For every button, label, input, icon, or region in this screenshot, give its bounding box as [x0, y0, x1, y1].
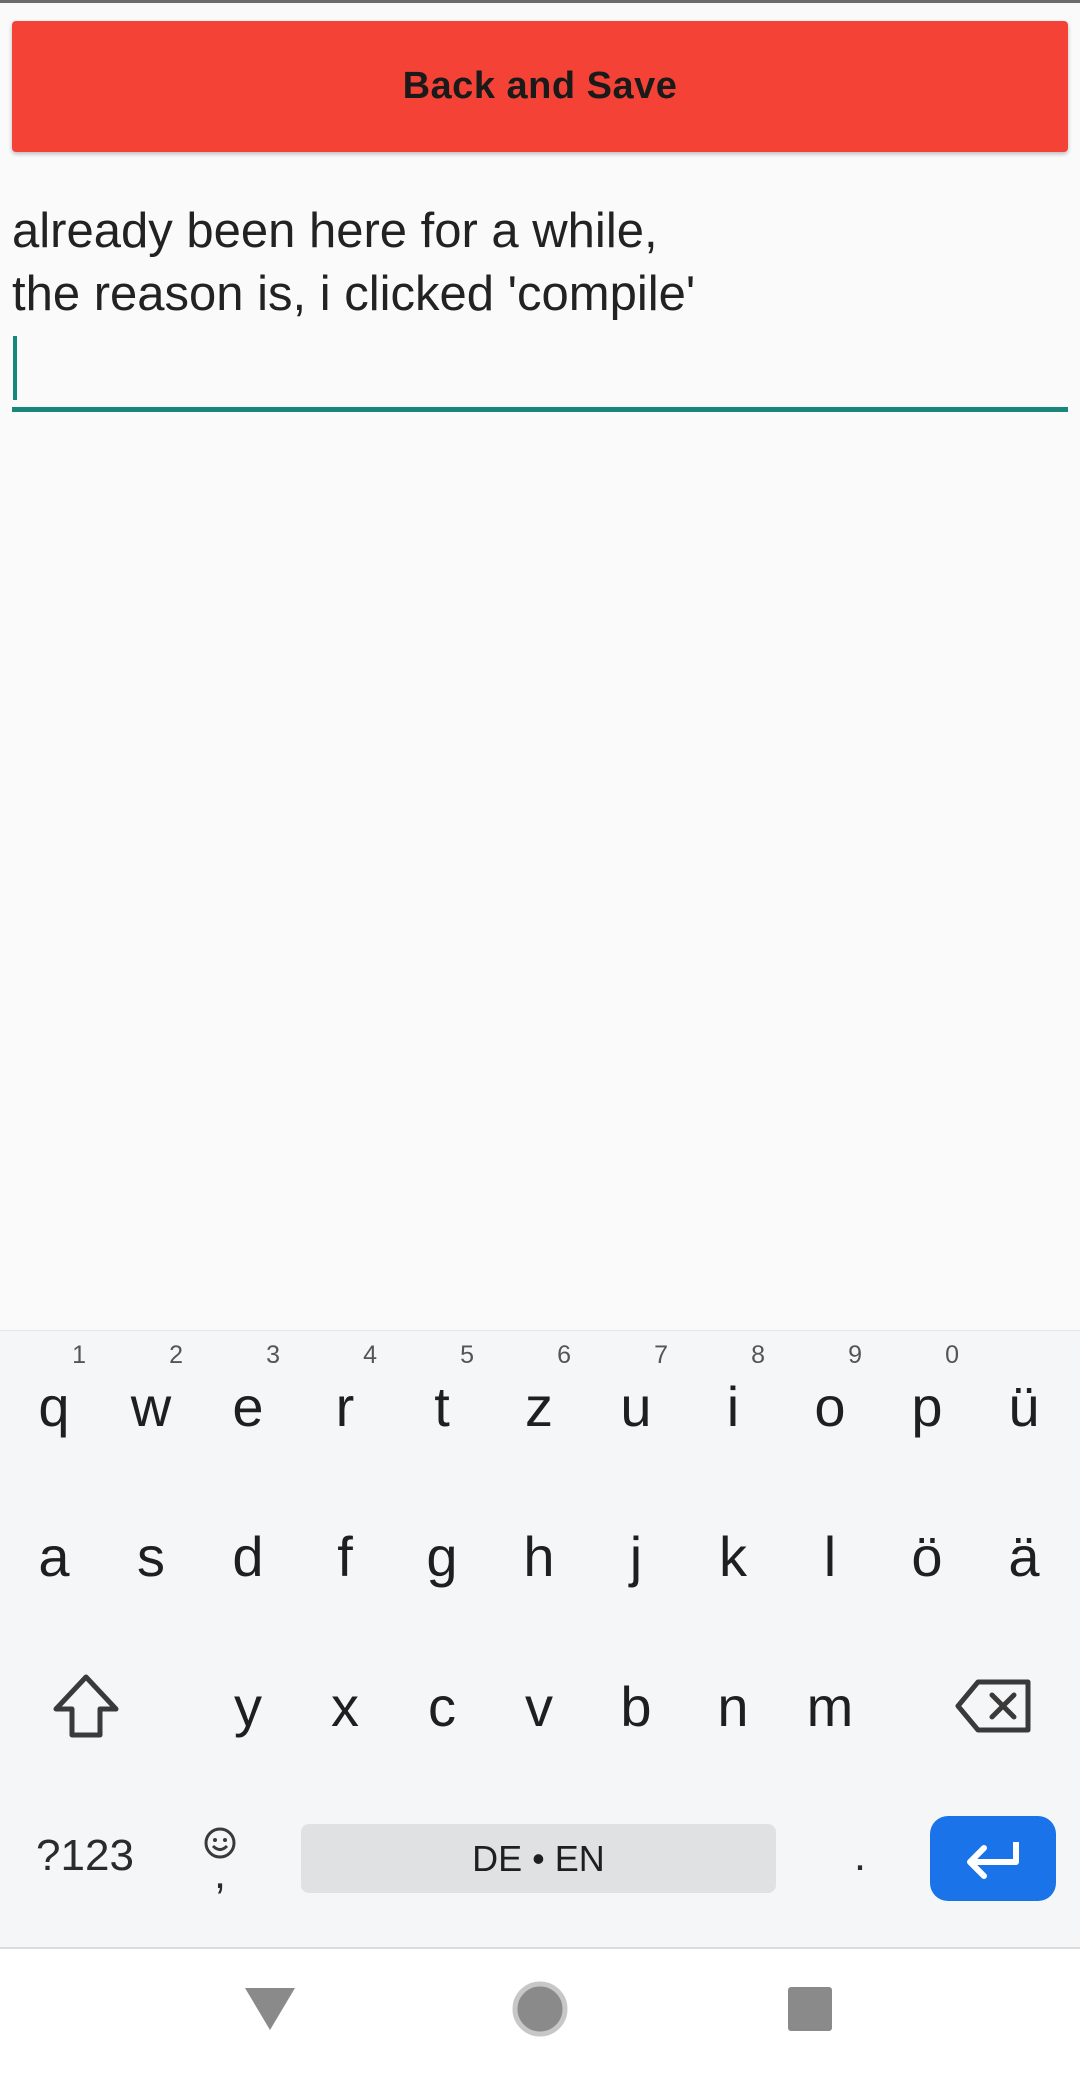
- key-label: v: [525, 1674, 553, 1738]
- enter-key[interactable]: [930, 1816, 1056, 1901]
- back-triangle-icon: [245, 1988, 295, 2030]
- key-label: l: [823, 1524, 837, 1588]
- key-label: e: [232, 1374, 264, 1438]
- key-label: ö: [911, 1524, 943, 1588]
- key-label: f: [337, 1524, 353, 1588]
- backspace-key[interactable]: [934, 1631, 1054, 1781]
- key-e[interactable]: e3: [200, 1331, 296, 1481]
- shift-icon: [53, 1674, 119, 1738]
- key-label: u: [620, 1374, 652, 1438]
- key-b[interactable]: b: [588, 1631, 684, 1781]
- key-label: x: [331, 1674, 359, 1738]
- key-hint: 0: [945, 1341, 959, 1369]
- key-t[interactable]: t5: [394, 1331, 490, 1481]
- app-screen: Back and Save already been here for a wh…: [0, 0, 1080, 2091]
- recents-square-icon: [788, 1987, 832, 2031]
- key-z[interactable]: z6: [491, 1331, 587, 1481]
- key-hint: 2: [169, 1341, 183, 1369]
- key-label: i: [726, 1374, 740, 1438]
- shift-key[interactable]: [26, 1631, 146, 1781]
- key-label: ä: [1008, 1524, 1040, 1588]
- key-k[interactable]: k: [685, 1481, 781, 1631]
- field-underline: [12, 407, 1068, 412]
- key-hint: 9: [848, 1341, 862, 1369]
- key-label: k: [719, 1524, 747, 1588]
- key-s[interactable]: s: [103, 1481, 199, 1631]
- nav-recents-button[interactable]: [770, 1969, 850, 2049]
- key-c[interactable]: c: [394, 1631, 490, 1781]
- status-bar-edge: [0, 0, 1080, 3]
- key-h[interactable]: h: [491, 1481, 587, 1631]
- editor-line-2: the reason is, i clicked 'compile': [12, 267, 696, 321]
- key-u[interactable]: u7: [588, 1331, 684, 1481]
- key-hint: 5: [460, 1341, 474, 1369]
- key-label: o: [814, 1374, 846, 1438]
- key-label: ü: [1008, 1374, 1040, 1438]
- key-o-umlaut[interactable]: ö: [879, 1481, 975, 1631]
- key-v[interactable]: v: [491, 1631, 587, 1781]
- key-label: p: [911, 1374, 943, 1438]
- editor-line-1: already been here for a while,: [12, 204, 658, 258]
- key-label: w: [130, 1374, 172, 1438]
- space-bar[interactable]: DE • EN: [301, 1824, 776, 1893]
- nav-home-button[interactable]: [500, 1969, 580, 2049]
- key-q[interactable]: q1: [6, 1331, 102, 1481]
- back-and-save-button[interactable]: Back and Save: [12, 21, 1068, 152]
- key-l[interactable]: l: [782, 1481, 878, 1631]
- key-g[interactable]: g: [394, 1481, 490, 1631]
- key-label: n: [717, 1674, 749, 1738]
- key-hint: 3: [266, 1341, 280, 1369]
- key-i[interactable]: i8: [685, 1331, 781, 1481]
- key-p[interactable]: p0: [879, 1331, 975, 1481]
- home-circle-icon: [512, 1981, 568, 2037]
- key-a-umlaut[interactable]: ä: [976, 1481, 1072, 1631]
- key-hint: 1: [72, 1341, 86, 1369]
- key-label: y: [234, 1674, 262, 1738]
- key-w[interactable]: w2: [103, 1331, 199, 1481]
- key-label: z: [525, 1374, 553, 1438]
- comma-label: ,: [213, 1849, 227, 1898]
- key-o[interactable]: o9: [782, 1331, 878, 1481]
- key-r[interactable]: r4: [297, 1331, 393, 1481]
- text-cursor: [13, 336, 17, 400]
- key-a[interactable]: a: [6, 1481, 102, 1631]
- key-x[interactable]: x: [297, 1631, 393, 1781]
- symbols-key[interactable]: ?123: [20, 1781, 150, 1931]
- key-label: c: [428, 1674, 456, 1738]
- key-label: j: [629, 1524, 643, 1588]
- enter-icon: [967, 1841, 1019, 1879]
- period-key[interactable]: .: [810, 1781, 910, 1931]
- period-label: .: [853, 1831, 867, 1880]
- key-label: t: [434, 1374, 450, 1438]
- key-label: d: [232, 1524, 264, 1588]
- key-hint: 8: [751, 1341, 765, 1369]
- key-label: s: [137, 1524, 165, 1588]
- key-hint: 6: [557, 1341, 571, 1369]
- key-label: q: [38, 1374, 70, 1438]
- key-label: b: [620, 1674, 652, 1738]
- key-label: m: [806, 1674, 854, 1738]
- key-hint: 4: [363, 1341, 377, 1369]
- text-editor-field[interactable]: already been here for a while, the reaso…: [12, 200, 1068, 412]
- key-m[interactable]: m: [782, 1631, 878, 1781]
- key-n[interactable]: n: [685, 1631, 781, 1781]
- backspace-icon: [955, 1679, 1031, 1733]
- key-y[interactable]: y: [200, 1631, 296, 1781]
- key-f[interactable]: f: [297, 1481, 393, 1631]
- key-u-umlaut[interactable]: ü: [976, 1331, 1072, 1481]
- system-navigation-bar: [0, 1947, 1080, 2091]
- nav-back-button[interactable]: [230, 1969, 310, 2049]
- key-label: g: [426, 1524, 458, 1588]
- comma-emoji-key[interactable]: ,: [180, 1781, 260, 1931]
- key-d[interactable]: d: [200, 1481, 296, 1631]
- key-hint: 7: [654, 1341, 668, 1369]
- key-label: r: [335, 1374, 355, 1438]
- key-j[interactable]: j: [588, 1481, 684, 1631]
- key-label: h: [523, 1524, 555, 1588]
- symbols-label: ?123: [36, 1831, 134, 1880]
- key-label: a: [38, 1524, 70, 1588]
